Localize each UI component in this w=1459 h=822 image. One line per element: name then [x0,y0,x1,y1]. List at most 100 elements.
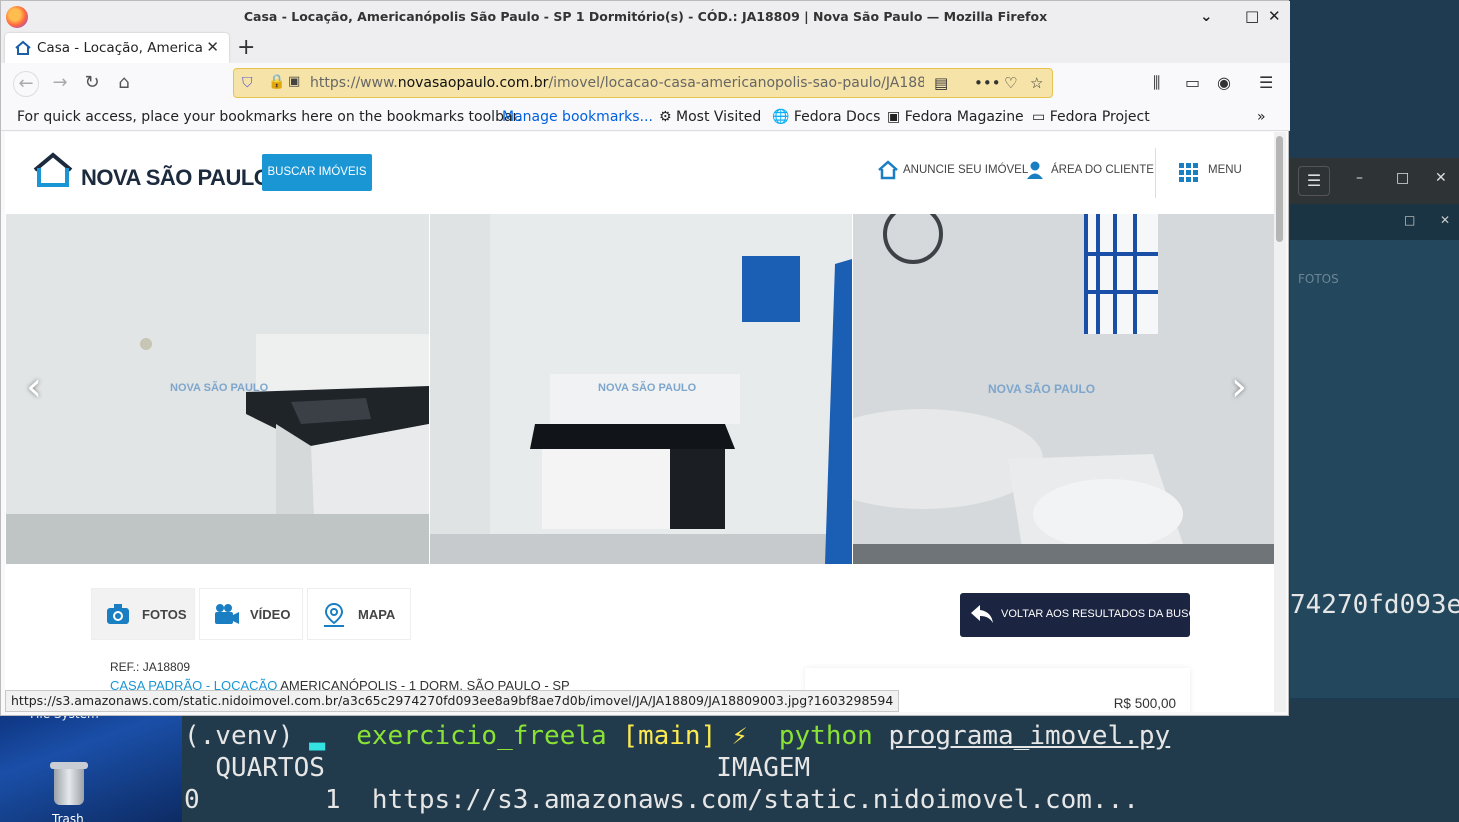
watermark: NOVA SÃO PAULO [598,382,697,394]
gallery-photo[interactable]: NOVA SÃO PAULO [6,214,429,564]
background-browser-window: ☰ – □ ✕ □ ✕ FOTOS 74270fd093e [1290,158,1459,698]
terminal-prompt-line: (.venv) ▂ exercicio_freela [main] ⚡ pyth… [184,721,1171,751]
tab-label: Casa - Locação, Americanópolis São Paulo… [37,40,203,56]
forward-arrow-icon[interactable]: → [47,71,73,97]
terminal-header-quartos: QUARTOS [215,753,325,783]
video-camera-icon [215,604,239,624]
price-value: R$ 500,00 [1113,696,1176,711]
bookmark-fedora-magazine[interactable]: ▣ Fedora Magazine [887,109,1024,125]
announce-property-link[interactable]: ANUNCIE SEU IMÓVEL [903,164,1028,176]
window-title: Casa - Locação, Americanópolis São Paulo… [243,9,1048,24]
client-area-link[interactable]: ÁREA DO CLIENTE [1051,164,1154,176]
maximize-icon[interactable]: □ [1404,213,1415,227]
minimize-icon[interactable]: – [1356,170,1363,186]
firefox-window: Casa - Locação, Americanópolis São Paulo… [0,0,1290,716]
background-fotos-label: FOTOS [1298,272,1339,286]
tab-close-icon[interactable]: ✕ [206,38,219,56]
terminal-cmd: python [778,721,873,751]
reload-icon[interactable]: ↻ [79,71,105,97]
terminal-row-url: https://s3.amazonaws.com/static.nidoimov… [371,785,1139,815]
terminal-header-line: QUARTOS IMAGEM [184,752,810,784]
reference-code: REF.: JA18809 [110,660,191,674]
tab-video-label: VÍDEO [250,607,291,622]
back-to-results-label: VOLTAR AOS RESULTADOS DA BUSCA [1001,608,1204,620]
bookmarks-toolbar: For quick access, place your bookmarks h… [1,103,1290,131]
watermark: NOVA SÃO PAULO [170,382,269,394]
maximize-icon[interactable]: □ [1396,170,1409,186]
permissions-icon[interactable]: ▣ [288,74,300,89]
gallery-photo[interactable]: NOVA SÃO PAULO [430,214,852,564]
background-tabbar: □ ✕ [1290,204,1459,240]
background-titlebar: ☰ – □ ✕ [1290,158,1459,204]
map-pin-icon [324,603,344,627]
tracking-shield-icon[interactable]: ⛉ [242,75,253,91]
lock-icon[interactable]: 🔒 [268,74,285,90]
close-icon[interactable]: ✕ [1435,170,1447,186]
account-icon[interactable]: ◉ [1217,73,1231,92]
bookmark-fedora-project[interactable]: ▭ Fedora Project [1032,109,1150,125]
house-favicon-icon [15,40,31,55]
back-to-results-button[interactable]: VOLTAR AOS RESULTADOS DA BUSCA [960,593,1204,637]
new-tab-icon[interactable]: + [237,35,255,60]
app-menu-icon[interactable]: ☰ [1259,73,1273,92]
scrollbar-thumb[interactable] [1276,136,1283,242]
header-divider [1155,148,1156,198]
trash-icon[interactable] [48,760,90,808]
terminal-row-index: 0 [184,785,200,815]
terminal-row-line: 0 1 https://s3.amazonaws.com/static.nido… [184,784,1139,816]
close-icon[interactable]: ✕ [1268,7,1281,25]
bookmark-fedora-docs[interactable]: 🌐 Fedora Docs [772,109,880,125]
page-actions-icon[interactable]: ••• [974,74,1001,92]
grid-menu-icon[interactable] [1179,163,1199,183]
tab-fotos-label: FOTOS [142,607,187,622]
brand-name: NOVA SÃO PAULO [81,165,271,190]
terminal-bolt: ⚡ [731,721,748,751]
house-icon [878,160,898,180]
house-logo-icon [33,152,73,187]
hamburger-icon[interactable]: ☰ [1298,166,1330,196]
terminal-venv: (.venv) [184,721,294,751]
terminal-dir: exercicio_freela [356,721,607,751]
bookmark-most-visited[interactable]: ⚙ Most Visited [659,109,761,125]
trash-label[interactable]: Trash [52,812,84,822]
back-arrow-icon[interactable]: ← [13,71,39,97]
gallery-photo[interactable]: NOVA SÃO PAULO [853,214,1274,564]
site-header: NOVA SÃO PAULO BUSCAR IMÓVEIS ANUNCIE SE… [5,132,1274,214]
bookmark-star-icon[interactable]: ☆ [1030,74,1043,92]
tab-fotos[interactable]: FOTOS [91,588,195,640]
tab-video[interactable]: VÍDEO [199,588,303,640]
url-bar[interactable]: ⛉ 🔒 ▣ https://www.novasaopaulo.com.br/im… [233,68,1053,98]
web-page: NOVA SÃO PAULO BUSCAR IMÓVEIS ANUNCIE SE… [5,132,1274,712]
page-scrollbar[interactable] [1274,132,1286,712]
tab-mapa[interactable]: MAPA [307,588,411,640]
close-icon[interactable]: ✕ [1440,213,1450,227]
pocket-icon[interactable]: ♡ [1004,74,1017,92]
bookmarks-overflow-icon[interactable]: » [1257,109,1266,125]
url-text[interactable]: https://www.novasaopaulo.com.br/imovel/l… [310,75,924,91]
sidebar-icon[interactable]: ▭ [1185,73,1200,92]
minimize-icon[interactable]: ⌄ [1200,7,1213,25]
chevron-left-icon[interactable]: ‹ [26,364,42,410]
chevron-right-icon[interactable]: › [1231,364,1247,410]
manage-bookmarks-link[interactable]: Manage bookmarks... [502,109,653,125]
bookmarks-hint: For quick access, place your bookmarks h… [17,109,522,125]
window-titlebar: Casa - Locação, Americanópolis São Paulo… [1,1,1290,33]
reply-arrow-icon [971,605,993,623]
reader-view-icon[interactable]: ▤ [934,74,948,92]
tab-mapa-label: MAPA [358,607,396,622]
terminal-branch: [main] [622,721,717,751]
terminal-script: programa_imovel.py [888,721,1171,751]
background-hash-text: 74270fd093e [1290,590,1459,620]
search-properties-button[interactable]: BUSCAR IMÓVEIS [262,154,372,191]
camera-icon [107,604,129,624]
tab-strip: Casa - Locação, Americanópolis São Paulo… [1,33,1290,63]
terminal[interactable]: (.venv) ▂ exercicio_freela [main] ⚡ pyth… [182,700,1459,822]
maximize-icon[interactable]: □ [1245,7,1259,25]
home-icon[interactable]: ⌂ [111,71,137,97]
user-icon [1027,161,1043,179]
menu-link[interactable]: MENU [1208,164,1242,176]
terminal-header-imagem: IMAGEM [716,753,811,783]
site-logo[interactable]: NOVA SÃO PAULO [33,152,271,192]
tab-active[interactable]: Casa - Locação, Americanópolis São Paulo… [5,33,229,63]
library-icon[interactable]: ⫼ [1153,73,1160,93]
